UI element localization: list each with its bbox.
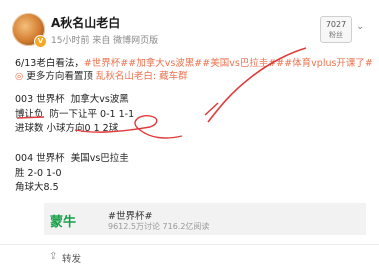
divider xyxy=(0,244,379,245)
mengniu-logo: 蒙牛 xyxy=(50,215,77,230)
share-button[interactable]: 转发 xyxy=(62,251,81,265)
card-stats: 9612.5万讨论 716.2亿阅读 xyxy=(108,222,210,231)
share-icon[interactable]: ⇪ xyxy=(49,251,57,262)
card-title[interactable]: #世界杯# xyxy=(108,208,152,222)
